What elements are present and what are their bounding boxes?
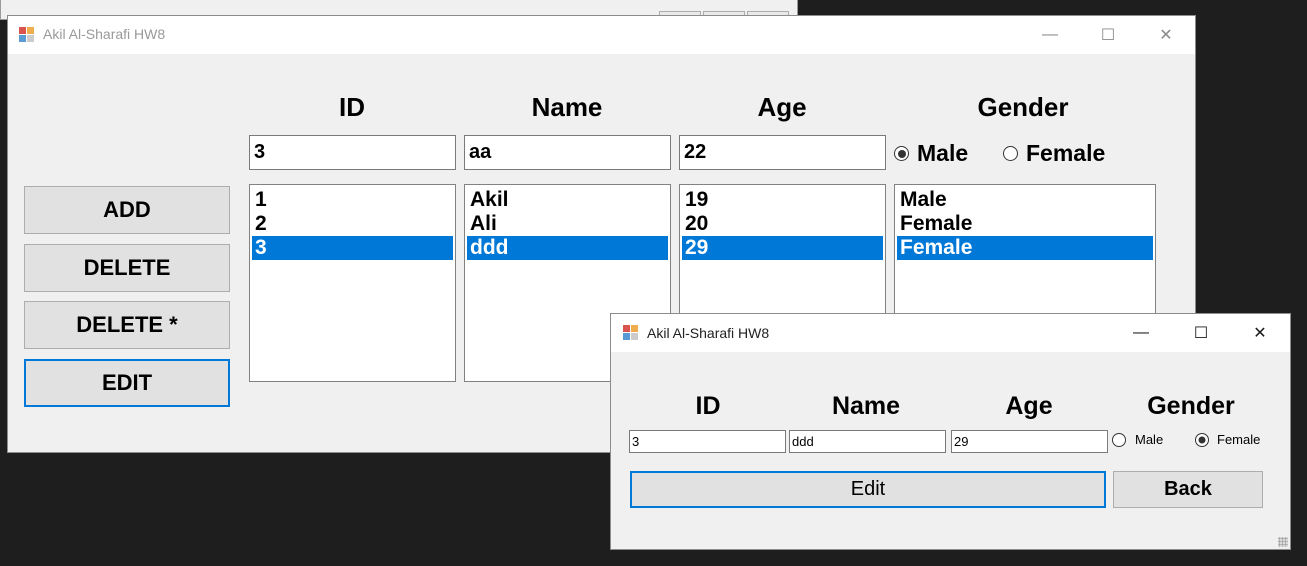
female-radio-label: Female bbox=[1026, 140, 1106, 166]
add-button[interactable]: ADD bbox=[24, 186, 230, 234]
close-button[interactable]: ✕ bbox=[1143, 25, 1189, 45]
female-radio[interactable]: Female bbox=[1003, 140, 1105, 167]
window-title: Akil Al-Sharafi HW8 bbox=[647, 325, 770, 341]
minimize-button[interactable]: — bbox=[1118, 323, 1164, 343]
maximize-button[interactable]: ☐ bbox=[1178, 323, 1224, 343]
edit-title-bar[interactable]: Akil Al-Sharafi HW8 — ☐ ✕ bbox=[611, 314, 1290, 352]
male-radio-label: Male bbox=[917, 140, 969, 166]
edit-window: Akil Al-Sharafi HW8 — ☐ ✕ ID Name Age Ge… bbox=[610, 313, 1291, 550]
list-item[interactable]: 2 bbox=[252, 212, 453, 236]
male-radio[interactable]: Male bbox=[894, 140, 968, 167]
list-item[interactable]: 3 bbox=[252, 236, 453, 260]
radio-selected-icon bbox=[894, 146, 909, 161]
app-icon bbox=[623, 325, 639, 341]
age-header: Age bbox=[1005, 392, 1053, 420]
age-input[interactable]: 22 bbox=[679, 135, 886, 170]
gender-header: Gender bbox=[977, 92, 1069, 122]
id-input[interactable]: 3 bbox=[249, 135, 456, 170]
list-item[interactable]: 20 bbox=[682, 212, 883, 236]
male-radio[interactable]: Male bbox=[1112, 432, 1163, 447]
main-title-bar[interactable]: Akil Al-Sharafi HW8 — ☐ ✕ bbox=[8, 16, 1195, 54]
edit-submit-button[interactable]: Edit bbox=[630, 471, 1106, 508]
window-title: Akil Al-Sharafi HW8 bbox=[43, 26, 166, 42]
list-item[interactable]: 1 bbox=[252, 188, 453, 212]
list-item[interactable]: Male bbox=[897, 188, 1153, 212]
delete-all-button[interactable]: DELETE * bbox=[24, 301, 230, 349]
radio-unselected-icon bbox=[1112, 432, 1126, 447]
list-item[interactable]: 19 bbox=[682, 188, 883, 212]
minimize-button[interactable]: — bbox=[1027, 25, 1073, 45]
name-input[interactable]: ddd bbox=[789, 430, 946, 453]
close-button[interactable]: ✕ bbox=[1237, 323, 1283, 343]
female-radio[interactable]: Female bbox=[1195, 432, 1260, 447]
female-radio-label: Female bbox=[1217, 432, 1261, 447]
age-input[interactable]: 29 bbox=[951, 430, 1108, 453]
name-input[interactable]: aa bbox=[464, 135, 671, 170]
list-item[interactable]: ddd bbox=[467, 236, 668, 260]
back-button[interactable]: Back bbox=[1113, 471, 1263, 508]
app-icon bbox=[19, 27, 35, 43]
list-item[interactable]: Ali bbox=[467, 212, 668, 236]
male-radio-label: Male bbox=[1135, 432, 1164, 447]
delete-button[interactable]: DELETE bbox=[24, 244, 230, 292]
list-item[interactable]: 29 bbox=[682, 236, 883, 260]
age-header: Age bbox=[757, 92, 807, 122]
name-header: Name bbox=[531, 92, 603, 122]
radio-selected-icon bbox=[1195, 432, 1209, 447]
maximize-button[interactable]: ☐ bbox=[1085, 25, 1131, 45]
gender-header: Gender bbox=[1147, 392, 1235, 420]
id-input[interactable]: 3 bbox=[629, 430, 786, 453]
name-header: Name bbox=[831, 392, 901, 420]
resize-grip-icon[interactable] bbox=[1278, 537, 1288, 547]
id-header: ID bbox=[695, 392, 721, 420]
list-item[interactable]: Female bbox=[897, 236, 1153, 260]
list-item[interactable]: Akil bbox=[467, 188, 668, 212]
edit-button[interactable]: EDIT bbox=[24, 359, 230, 407]
list-item[interactable]: Female bbox=[897, 212, 1153, 236]
id-header: ID bbox=[339, 92, 365, 122]
id-listbox[interactable]: 123 bbox=[249, 184, 456, 382]
radio-unselected-icon bbox=[1003, 146, 1018, 161]
